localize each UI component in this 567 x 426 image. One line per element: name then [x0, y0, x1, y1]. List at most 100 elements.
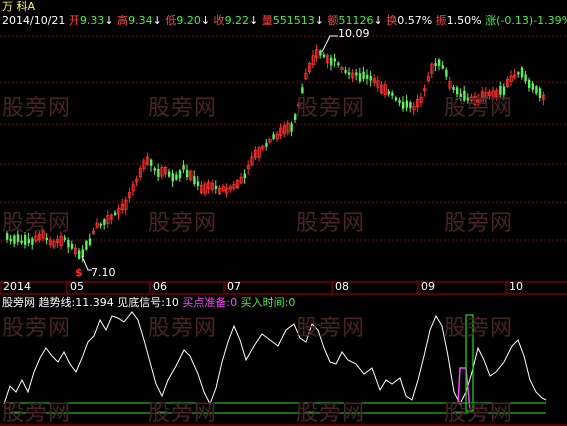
candle-down: [402, 101, 405, 109]
trend-label: 趋势线:: [38, 296, 76, 309]
candle-down: [409, 102, 412, 109]
candle-down: [99, 223, 102, 226]
high-annotation: 10.09: [338, 27, 370, 40]
candle-down: [517, 72, 520, 75]
indicator-name: 股旁网: [2, 296, 35, 309]
candle-down: [157, 169, 160, 177]
candle-down: [337, 63, 340, 66]
down-arrow-icon: ↓: [249, 14, 259, 27]
time-label: 2014: [3, 280, 31, 293]
buy-prep-label: 买点准备:: [182, 296, 231, 309]
buy-time-label: 买入时间:: [240, 296, 289, 309]
watermark: 股旁网: [296, 96, 366, 121]
candle-down: [535, 86, 538, 94]
quote-label: 换: [382, 14, 398, 27]
buy-time-value: 0: [288, 296, 296, 309]
candle-down: [150, 159, 153, 166]
watermark: 股旁网: [2, 96, 72, 121]
trend-value: 11.394: [75, 296, 114, 309]
indicator-header: 股旁网 趋势线:11.394 见底信号:10 买点准备:0 买入时间:0: [2, 296, 295, 309]
quote-label: 低: [161, 14, 177, 27]
signal-value: 10: [164, 296, 179, 309]
quote-value: 9.22: [224, 14, 250, 27]
candle-down: [272, 134, 275, 139]
watermark: 股旁网: [444, 96, 514, 121]
candle-down: [369, 76, 372, 81]
candle-down: [81, 249, 84, 258]
candle-down: [85, 240, 88, 250]
candle-down: [214, 185, 218, 189]
change-value: 涨(-0.13)-1.39%: [485, 14, 567, 27]
candle-down: [441, 65, 444, 69]
candle-down: [9, 238, 12, 242]
candle-down: [394, 97, 398, 101]
candle-down: [193, 176, 196, 185]
candle-down: [445, 69, 448, 77]
watermark: 股旁网: [444, 211, 514, 236]
watermark: 股旁网: [148, 401, 218, 426]
candle-down: [438, 59, 441, 66]
quote-value: 9.20: [176, 14, 201, 27]
watermark: 股旁网: [148, 96, 218, 121]
low-marker-icon: $: [75, 266, 83, 279]
watermark: 股旁网: [444, 316, 514, 341]
quote-value: 0.57%: [397, 14, 433, 27]
candle-down: [405, 100, 408, 108]
candle-down: [290, 123, 293, 132]
stock-chart-window: 万 科A 2014/10/21 开9.33↓ 高9.34↓ 低9.20↓ 收9.…: [0, 0, 567, 426]
candle-down: [196, 181, 200, 187]
candle-down: [114, 212, 117, 216]
candle-down: [178, 170, 182, 179]
candle-down: [358, 73, 362, 82]
watermark: 股旁网: [2, 316, 72, 341]
candle-down: [168, 171, 171, 177]
watermark: 股旁网: [148, 211, 218, 236]
down-arrow-icon: ↓: [373, 14, 383, 27]
candle-down: [333, 58, 336, 62]
watermark: 股旁网: [2, 401, 72, 426]
candle-down: [319, 50, 322, 56]
candle-down: [344, 70, 347, 73]
candle-down: [524, 74, 527, 82]
candle-down: [330, 57, 333, 66]
quote-value: 9.33: [79, 14, 105, 27]
candle-down: [70, 243, 74, 249]
time-label: 06: [153, 280, 167, 293]
watermark: 股旁网: [296, 316, 366, 341]
quote-label: 额: [324, 14, 339, 27]
down-arrow-icon: ↓: [152, 14, 162, 27]
quote-value: 551513: [272, 14, 315, 27]
candle-down: [355, 72, 358, 76]
candle-down: [171, 173, 174, 182]
candle-down: [387, 91, 390, 95]
candle-down: [348, 72, 351, 75]
stock-name: 万 科A: [2, 0, 36, 13]
quote-value: 1.50%: [446, 14, 482, 27]
buy-prep-value: 0: [230, 296, 238, 309]
candle-down: [182, 164, 185, 170]
candle-down: [531, 83, 534, 90]
candle-down: [186, 170, 189, 178]
candle-down: [322, 54, 326, 58]
high-callout-line: [321, 35, 338, 53]
candle-down: [88, 238, 92, 245]
candle-down: [45, 237, 48, 241]
watermark: 股旁网: [444, 401, 514, 426]
candle-down: [103, 219, 106, 225]
low-annotation: 7.10: [91, 266, 116, 279]
candle-down: [391, 92, 394, 96]
quote-value: 51126: [338, 14, 374, 27]
quote-value: 9.34: [128, 14, 153, 27]
down-arrow-icon: ↓: [314, 14, 324, 27]
candle-down: [538, 88, 542, 99]
candle-down: [67, 239, 70, 248]
quote-row: 2014/10/21 开9.33↓ 高9.34↓ 低9.20↓ 收9.22↓ 量…: [2, 14, 567, 27]
candle-down: [362, 71, 365, 80]
time-label: 05: [70, 280, 84, 293]
quote-label: 开: [68, 14, 80, 27]
signal-label: 见底信号:: [117, 296, 165, 309]
quote-label: 量: [258, 14, 273, 27]
candle-down: [63, 237, 66, 240]
candle-down: [398, 100, 401, 103]
candle-down: [31, 238, 34, 245]
